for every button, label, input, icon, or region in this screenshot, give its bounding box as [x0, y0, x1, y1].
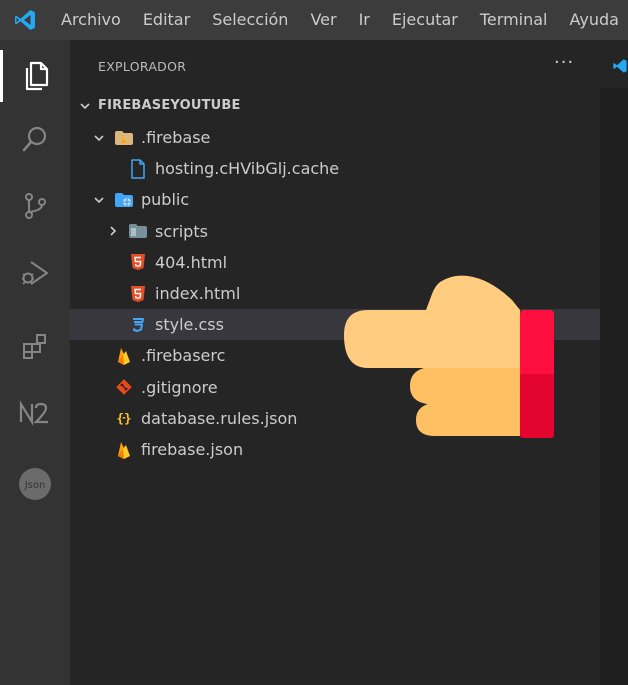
menu-item-selecci-n[interactable]: Selección — [201, 0, 299, 40]
svg-text:Json: Json — [24, 480, 46, 491]
more-actions-icon[interactable]: ··· — [554, 52, 574, 73]
css-file-icon — [128, 315, 148, 335]
menu-item-archivo[interactable]: Archivo — [50, 0, 132, 40]
tree-item-label: scripts — [155, 221, 208, 241]
menu-item-ver[interactable]: Ver — [299, 0, 347, 40]
activity-bar: Json — [0, 40, 70, 685]
explorer-title: EXPLORADOR — [98, 59, 187, 74]
json-extension-icon[interactable]: Json — [0, 458, 70, 510]
chevron-right-icon — [106, 224, 120, 238]
editor-area — [600, 40, 628, 685]
source-control-icon[interactable] — [0, 180, 70, 232]
firebase-folder-icon — [114, 128, 134, 148]
editor-tab-bar — [600, 40, 628, 88]
tree-item-label: database.rules.json — [141, 408, 298, 428]
tree-item-label: public — [141, 190, 190, 210]
menu-item-ejecutar[interactable]: Ejecutar — [381, 0, 469, 40]
tree-item-label: hosting.cHVibGlj.cache — [155, 159, 340, 179]
tab-vscode-icon — [613, 59, 627, 73]
tree-item-label: .firebase — [141, 128, 211, 147]
tree-item-label: style.css — [155, 315, 224, 335]
firebase-file-icon — [114, 346, 134, 366]
menu-item-editar[interactable]: Editar — [132, 0, 201, 40]
json-file-icon: {} — [114, 408, 134, 428]
firebase-file-icon — [114, 440, 134, 460]
extensions-icon[interactable] — [0, 320, 70, 372]
run-debug-icon[interactable] — [0, 247, 70, 299]
menu-item-ayuda[interactable]: Ayuda — [559, 0, 628, 40]
tree-item-firebase[interactable]: .firebase — [70, 122, 600, 153]
tree-item-public[interactable]: public — [70, 184, 600, 215]
n2-extension-icon[interactable] — [0, 387, 70, 439]
scripts-folder-icon — [128, 221, 148, 241]
search-icon[interactable] — [0, 113, 70, 165]
tree-item-label: .firebaserc — [141, 346, 226, 366]
tree-item-scripts[interactable]: scripts — [70, 216, 600, 247]
tree-item-label: .gitignore — [141, 377, 218, 397]
explorer-root-folder[interactable]: FIREBASEYOUTUBE — [70, 90, 600, 121]
menu-item-terminal[interactable]: Terminal — [469, 0, 559, 40]
vscode-logo-icon[interactable] — [0, 0, 50, 40]
git-file-icon — [114, 377, 134, 397]
tree-item-label: firebase.json — [141, 440, 244, 459]
menu-bar: Archivo Editar Selección Ver Ir Ejecutar Termi… — [50, 0, 628, 40]
explorer-icon[interactable] — [0, 50, 70, 102]
root-folder-label: FIREBASEYOUTUBE — [98, 98, 241, 113]
title-bar: Archivo Editar Selección Ver Ir Ejecutar Termi… — [0, 0, 628, 40]
file-icon — [128, 158, 148, 179]
html-file-icon — [128, 252, 148, 272]
public-folder-icon — [114, 190, 134, 210]
html-file-icon — [128, 284, 148, 304]
tree-item-label: index.html — [155, 284, 241, 303]
tree-item-hosting-chvibglj-cache[interactable]: hosting.cHVibGlj.cache — [70, 153, 600, 184]
chevron-down-icon — [78, 99, 92, 113]
chevron-down-icon — [92, 131, 106, 145]
tree-item-label: 404.html — [155, 252, 228, 272]
pointing-hand-icon — [344, 275, 554, 438]
menu-item-ir[interactable]: Ir — [348, 0, 381, 40]
chevron-down-icon — [92, 193, 106, 207]
